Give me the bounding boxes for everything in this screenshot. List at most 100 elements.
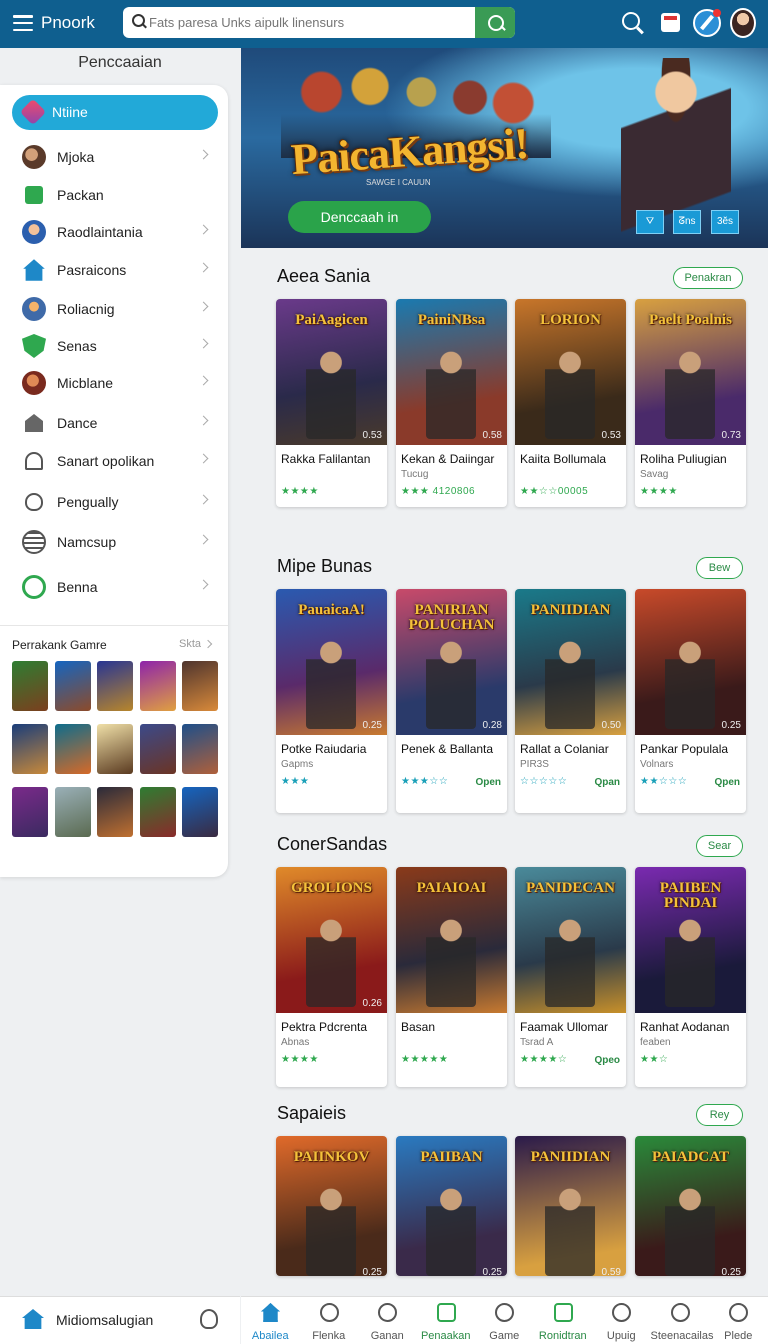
home-icon xyxy=(22,1309,44,1329)
open-button[interactable]: Qpan xyxy=(594,777,620,788)
open-button[interactable]: Qpen xyxy=(714,777,740,788)
bottom-nav-item[interactable]: Abailea xyxy=(241,1297,300,1344)
sidebar-item[interactable]: Pasraicons xyxy=(0,253,228,287)
search-submit-button[interactable] xyxy=(475,7,515,38)
section-see-more-button[interactable]: Sear xyxy=(696,835,743,857)
game-card[interactable]: PANIDECAN Faamak Ullomar Tsrad A ★★★★☆ Q… xyxy=(515,867,626,1087)
search-icon[interactable] xyxy=(620,10,646,36)
sidebar-item[interactable]: Pengually xyxy=(0,485,228,519)
game-subtitle xyxy=(396,1034,507,1050)
game-thumbnail[interactable] xyxy=(97,661,133,711)
section-see-more-button[interactable]: Bew xyxy=(696,557,743,579)
game-card[interactable]: LORION 0.53 Kaiita Bollumala ★★☆☆00005 ☆… xyxy=(515,299,626,507)
hero-control-button[interactable]: ⛛ xyxy=(636,210,664,234)
game-thumbnail[interactable] xyxy=(54,787,91,837)
bottom-nav-item[interactable]: Ronidtran xyxy=(534,1297,593,1344)
sidebar-item[interactable]: Dance xyxy=(0,406,228,440)
popular-games-title: Perrakank Gamre xyxy=(12,638,107,652)
bottom-nav-item[interactable]: Steenacailas xyxy=(651,1297,714,1344)
game-card[interactable]: PAIINKOV 0.25 Fanaka Paihlana xyxy=(276,1136,387,1276)
game-card[interactable]: PAIADCAT 0.25 Paikan Peteaian xyxy=(635,1136,746,1276)
game-title: Pankar Populala xyxy=(640,742,729,756)
bottom-nav-item[interactable]: Game xyxy=(475,1297,534,1344)
sidebar-item-label: Namcsup xyxy=(57,534,117,550)
game-thumbnail[interactable] xyxy=(182,661,218,711)
game-cover-art: PAIINKOV 0.25 xyxy=(276,1136,387,1276)
sidebar-item[interactable]: Packan xyxy=(0,178,228,212)
sidebar-item[interactable]: Roliacnig xyxy=(0,292,228,326)
compass-icon[interactable] xyxy=(693,9,721,37)
game-card[interactable]: Paelt Poalnis 0.73 Roliha Puliugian Sava… xyxy=(635,299,746,507)
game-thumbnail[interactable] xyxy=(182,724,218,774)
game-thumbnail[interactable] xyxy=(54,724,91,774)
star-rating: ★★★★★ xyxy=(401,1054,449,1065)
open-button[interactable]: Qpeo xyxy=(594,1055,620,1066)
sidebar-item[interactable]: Benna xyxy=(0,570,228,604)
bottom-nav-item[interactable]: Flenka xyxy=(300,1297,359,1344)
shield-icon xyxy=(22,334,46,358)
bottom-nav-item[interactable]: Plede xyxy=(709,1297,768,1344)
section-see-more-button[interactable]: Rey xyxy=(696,1104,743,1126)
section-see-more-button[interactable]: Penakran xyxy=(673,267,743,289)
popular-games-more-link[interactable]: Skta xyxy=(179,638,201,650)
menu-icon[interactable] xyxy=(13,15,33,31)
game-thumbnail[interactable] xyxy=(54,661,91,711)
hero-control-button[interactable]: ᘔns xyxy=(673,210,701,234)
game-thumbnail[interactable] xyxy=(97,724,133,774)
game-rating-badge: 0.28 xyxy=(482,720,502,731)
game-thumbnail[interactable] xyxy=(97,787,133,837)
game-thumbnail[interactable] xyxy=(12,661,48,711)
game-rating-badge: 0.25 xyxy=(362,720,382,731)
bottom-nav-label: Game xyxy=(489,1330,520,1342)
bottom-nav-item[interactable]: Penaakan xyxy=(417,1297,476,1344)
game-card[interactable]: PAIAIOAI Basan ★★★★★ xyxy=(396,867,507,1087)
game-title: Roliha Puliugian xyxy=(640,452,727,466)
game-thumbnail[interactable] xyxy=(12,724,48,774)
game-card[interactable]: 0.25 Pankar Populala Volnars ★★☆☆☆ Qpen xyxy=(635,589,746,813)
bottom-nav-label: Penaakan xyxy=(420,1330,471,1342)
hero-control-button[interactable]: 3ĕs xyxy=(711,210,739,234)
game-cover-art: PAIIBAN 0.25 xyxy=(396,1136,507,1276)
search-input[interactable] xyxy=(149,7,469,38)
sidebar-item[interactable]: Senas xyxy=(0,329,228,363)
game-logo-text: PAIADCAT xyxy=(652,1149,729,1165)
game-thumbnail[interactable] xyxy=(139,661,176,711)
search-icon xyxy=(729,1303,748,1322)
bottom-nav-item[interactable]: Upuig xyxy=(592,1297,651,1344)
brand-name[interactable]: Pnoork xyxy=(41,13,95,33)
sidebar-item[interactable]: Sanart opolikan xyxy=(0,444,228,478)
bot-icon[interactable] xyxy=(200,1309,218,1329)
sidebar-item[interactable]: Raodlaintania xyxy=(0,215,228,249)
open-button[interactable]: Open xyxy=(475,777,501,788)
game-card[interactable]: PainiNBsa 0.58 Kekan & Daiingar Tucug ★★… xyxy=(396,299,507,507)
hero-banner[interactable]: PaicaKangsi! SAWGE I CAUUN Denccaah in ⛛… xyxy=(241,48,768,248)
game-card[interactable]: PANIIDIAN 0.59 Dakk a Binarian xyxy=(515,1136,626,1276)
game-card[interactable]: GROLIONS 0.26 Pektra Pdcrenta Abnas ★★★★ xyxy=(276,867,387,1087)
game-cover-art: PainiNBsa 0.58 xyxy=(396,299,507,445)
game-card[interactable]: PANIRIAN POLUCHAN 0.28 Penek & Ballanta … xyxy=(396,589,507,813)
game-card[interactable]: PAIIBEN PINDAI Ranhat Aodanan feaben ★★☆ xyxy=(635,867,746,1087)
game-card[interactable]: PANIIDIAN 0.50 Rallat a Colaniar PIR3S ☆… xyxy=(515,589,626,813)
hero-subtitle: SAWGE I CAUUN xyxy=(366,178,431,187)
star-rating: ★★☆☆☆ xyxy=(640,776,688,787)
hero-cta-button[interactable]: Denccaah in xyxy=(288,201,431,233)
game-thumbnail[interactable] xyxy=(12,787,48,837)
game-cover-art: PANIDECAN xyxy=(515,867,626,1013)
game-card[interactable]: PaiAagicen 0.53 Rakka Falilantan ★★★★ ★★… xyxy=(276,299,387,507)
sidebar-footer[interactable]: Midiomsalugian xyxy=(0,1296,240,1344)
sidebar-item-active[interactable]: Ntiine xyxy=(12,95,218,130)
avatar[interactable] xyxy=(730,8,756,38)
sidebar-item[interactable]: Mjoka xyxy=(0,140,228,174)
game-stats-row: ★★★★ xyxy=(635,482,746,504)
game-card[interactable]: PauaicaA! 0.25 Potke Raiudaria Gapms ★★★ xyxy=(276,589,387,813)
game-thumbnail[interactable] xyxy=(182,787,218,837)
game-thumbnail[interactable] xyxy=(139,787,176,837)
sidebar-item[interactable]: Namcsup xyxy=(0,525,228,559)
game-rating-badge: 0.73 xyxy=(721,430,741,441)
sidebar-item[interactable]: Micblane xyxy=(0,366,228,400)
top-bar: Pnoork xyxy=(0,0,768,48)
calendar-icon[interactable] xyxy=(658,10,684,36)
game-card[interactable]: PAIIBAN 0.25 Banlah Sa Katian xyxy=(396,1136,507,1276)
bottom-nav-item[interactable]: Ganan xyxy=(358,1297,417,1344)
game-thumbnail[interactable] xyxy=(139,724,176,774)
